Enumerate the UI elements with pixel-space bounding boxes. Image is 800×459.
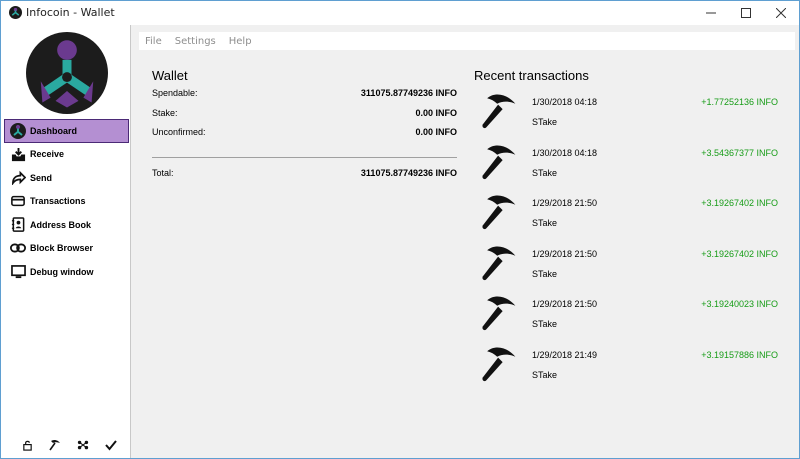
menu-settings[interactable]: Settings [175,36,216,47]
transactions-card-icon [10,193,26,209]
menu-help[interactable]: Help [229,36,252,47]
address-book-icon [10,217,26,233]
sidebar-item-transactions[interactable]: Transactions [4,190,129,214]
recent-transactions-heading: Recent transactions [474,68,589,83]
sidebar-item-label: Receive [30,149,65,160]
maximize-button[interactable] [728,1,764,25]
sidebar-item-label: Debug window [30,266,94,277]
transaction-date: 1/30/2018 04:18 [532,147,598,158]
transaction-date: 1/29/2018 21:49 [532,349,598,360]
close-button[interactable] [763,1,799,25]
stake-label: Stake: [152,108,178,118]
minimize-icon [706,12,716,14]
transaction-amount: +3.19267402 INFO [701,198,778,208]
pickaxe-icon [479,344,523,388]
transaction-date: 1/29/2018 21:50 [532,198,598,208]
pickaxe-icon [479,142,523,186]
transaction-amount: +3.19240023 INFO [701,299,778,309]
transaction-date: 1/29/2018 21:50 [532,248,598,259]
sidebar-item-label: Block Browser [30,243,94,254]
title-bar: Infocoin - Wallet [1,1,799,25]
spendable-label: Spendable: [152,88,198,98]
sidebar-item-label: Send [30,172,53,183]
total-value: 311075.87749236 INFO [360,168,457,178]
pickaxe-icon [479,243,523,287]
menu-file[interactable]: File [145,36,162,47]
transaction-type: STake [532,268,558,279]
total-label: Total: [152,168,174,178]
stake-value: 0.00 INFO [415,108,457,118]
unconfirmed-label: Unconfirmed: [152,127,206,137]
transaction-amount: +1.77252136 INFO [701,97,778,107]
window-title: Infocoin - Wallet [26,6,115,19]
sidebar-item-label: Dashboard [30,125,78,136]
transaction-type: STake [532,218,558,228]
status-bar-icons [21,439,117,451]
minimize-button[interactable] [693,1,729,25]
transaction-row[interactable]: 1/29/2018 21:50 +3.19240023 INFO STake [479,293,784,339]
transaction-type: STake [532,369,558,380]
app-window: Infocoin - Wallet Dashboard Receive Send… [0,0,800,459]
sidebar-item-debug-window[interactable]: Debug window [4,260,129,284]
transaction-type: STake [532,319,558,329]
infocoin-logo [26,32,108,114]
transaction-row[interactable]: 1/29/2018 21:50 +3.19267402 INFO STake [479,192,784,238]
transaction-date: 1/30/2018 04:18 [532,97,598,107]
transaction-type: STake [532,117,558,127]
transaction-date: 1/29/2018 21:50 [532,299,598,309]
transaction-amount: +3.19267402 INFO [701,248,778,259]
spendable-row: Spendable: 311075.87749236 INFO [152,88,457,100]
lock-icon[interactable] [21,439,33,451]
sidebar-item-label: Transactions [30,196,86,207]
dashboard-logo-icon [10,122,26,139]
sidebar: Dashboard Receive Send Transactions Addr… [1,25,131,458]
transaction-row[interactable]: 1/30/2018 04:18 +3.54367377 INFO STake [479,142,784,188]
sidebar-item-label: Address Book [30,219,92,230]
sidebar-item-block-browser[interactable]: Block Browser [4,237,129,261]
network-icon[interactable] [77,439,89,451]
wallet-divider [152,157,457,158]
close-icon [776,8,786,18]
stake-row: Stake: 0.00 INFO [152,108,457,120]
sidebar-item-dashboard[interactable]: Dashboard [4,119,129,143]
transaction-amount: +3.54367377 INFO [701,147,778,158]
unconfirmed-row: Unconfirmed: 0.00 INFO [152,127,457,139]
transaction-row[interactable]: 1/29/2018 21:49 +3.19157886 INFO STake [479,344,784,390]
sidebar-item-address-book[interactable]: Address Book [4,213,129,237]
transaction-row[interactable]: 1/30/2018 04:18 +1.77252136 INFO STake [479,91,784,137]
wallet-heading: Wallet [152,68,188,83]
monitor-icon [10,264,26,280]
chain-link-icon [10,240,26,256]
receive-inbox-icon [10,146,26,162]
transaction-amount: +3.19157886 INFO [701,349,778,360]
pickaxe-icon [479,293,523,337]
unconfirmed-value: 0.00 INFO [415,127,457,137]
menu-bar: File Settings Help [139,32,795,50]
sidebar-item-send[interactable]: Send [4,166,129,190]
pickaxe-icon [479,192,523,236]
spendable-value: 311075.87749236 INFO [360,88,457,98]
checkmark-icon[interactable] [105,439,117,451]
transaction-row[interactable]: 1/29/2018 21:50 +3.19267402 INFO STake [479,243,784,289]
pickaxe-icon [479,91,523,135]
transaction-type: STake [532,167,558,178]
sidebar-nav: Dashboard Receive Send Transactions Addr… [4,119,129,284]
app-logo-icon [9,6,22,19]
pickaxe-icon[interactable] [49,439,61,451]
sidebar-item-receive[interactable]: Receive [4,143,129,167]
send-arrow-icon [10,170,26,186]
maximize-icon [741,8,751,18]
total-row: Total: 311075.87749236 INFO [152,168,457,180]
